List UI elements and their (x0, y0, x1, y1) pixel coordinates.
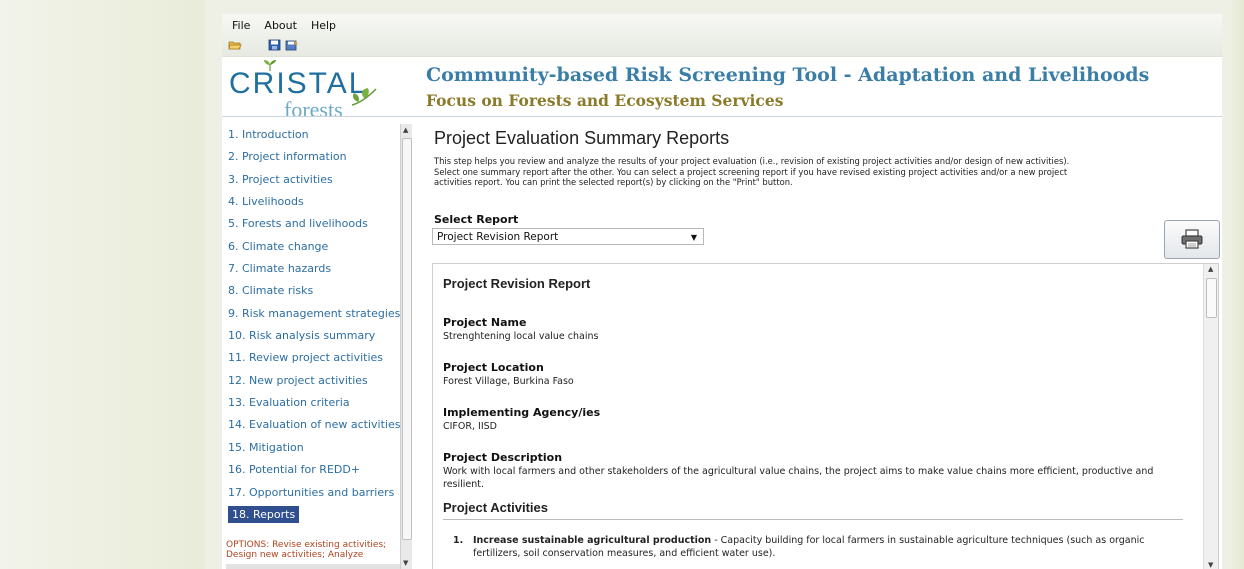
project-description-value: Work with local farmers and other stakeh… (443, 466, 1154, 490)
sidebar-item-label: 14. Evaluation of new activities (228, 418, 400, 432)
sidebar-item-evaluation-of-new-activities[interactable]: 14. Evaluation of new activities (226, 414, 400, 436)
sidebar-item-opportunities-and-barriers[interactable]: 17. Opportunities and barriers (226, 482, 400, 504)
activity-title: Increase sustainable agricultural produc… (473, 535, 712, 546)
report-select[interactable]: Project Revision Report ▼ (432, 228, 704, 245)
activity-number: 1. (453, 535, 464, 546)
project-location-label: Project Location (443, 361, 544, 374)
report-scroll-thumb[interactable] (1206, 278, 1217, 318)
sidebar-item-climate-risks[interactable]: 8. Climate risks (226, 280, 400, 302)
main-content: Project Evaluation Summary Reports This … (432, 124, 1222, 569)
sidebar-item-label: 15. Mitigation (228, 440, 304, 454)
sidebar-item-potential-for-redd[interactable]: 16. Potential for REDD+ (226, 459, 400, 481)
menu-help[interactable]: Help (304, 19, 343, 32)
sidebar-item-label: 13. Evaluation criteria (228, 396, 350, 410)
sidebar-item-livelihoods[interactable]: 4. Livelihoods (226, 191, 400, 213)
report-select-value: Project Revision Report (437, 231, 559, 243)
sidebar-item-label: 12. New project activities (228, 373, 368, 387)
sidebar-item-introduction[interactable]: 1. Introduction (226, 124, 400, 146)
sidebar-item-label: 7. Climate hazards (228, 262, 332, 276)
page-title: Project Evaluation Summary Reports (434, 128, 730, 148)
project-name-label: Project Name (443, 316, 527, 329)
implementing-agency-value: CIFOR, IISD (443, 421, 497, 432)
sidebar-item-review-project-activities[interactable]: 11. Review project activities (226, 347, 400, 369)
sidebar-nav: 1. Introduction 2. Project information 3… (226, 124, 400, 569)
sidebar-item-label: 1. Introduction (228, 128, 309, 141)
sidebar-item-climate-hazards[interactable]: 7. Climate hazards (226, 258, 400, 280)
sidebar-item-climate-change[interactable]: 6. Climate change (226, 236, 400, 258)
sidebar-item-label: 5. Forests and livelihoods (228, 217, 368, 231)
report-title: Project Revision Report (443, 276, 591, 291)
leaf-icon (351, 88, 377, 106)
sidebar-options-text: OPTIONS: Revise existing activities; Des… (226, 540, 387, 560)
project-activities-heading: Project Activities (443, 500, 1183, 520)
scroll-up-icon[interactable]: ▲ (403, 126, 408, 134)
select-report-label: Select Report (434, 213, 519, 226)
report-scrollbar[interactable]: ▲ ▼ (1203, 264, 1218, 569)
print-button[interactable] (1164, 220, 1220, 259)
activity-text: Increase sustainable agricultural produc… (473, 534, 1173, 560)
sidebar-item-risk-analysis-summary[interactable]: 10. Risk analysis summary (226, 325, 400, 347)
save-icon[interactable] (268, 39, 282, 51)
sidebar-horizontal-scrollbar[interactable] (226, 564, 400, 569)
sidebar-item-forests-and-livelihoods[interactable]: 5. Forests and livelihoods (226, 213, 400, 235)
sidebar-item-project-information[interactable]: 2. Project information (226, 146, 400, 168)
sidebar-item-label: 9. Risk management strategies (228, 306, 400, 320)
report-panel: Project Revision Report Project Name Str… (432, 263, 1219, 569)
sidebar-scrollbar[interactable]: ▲ ▼ (400, 124, 412, 569)
logo-text-forests: forests (284, 97, 343, 122)
scroll-down-icon[interactable]: ▼ (1208, 561, 1213, 569)
logo-text-cristal: CRISTAL (229, 67, 368, 100)
app-window: File About Help CRISTAL forests Communit… (222, 14, 1222, 569)
implementing-agency-label: Implementing Agency/ies (443, 406, 601, 419)
project-location-value: Forest Village, Burkina Faso (443, 376, 574, 387)
sidebar-item-label: 10. Risk analysis summary (228, 329, 376, 343)
app-title: Community-based Risk Screening Tool - Ad… (426, 64, 1150, 86)
header-divider (222, 116, 1222, 117)
save-as-icon[interactable] (285, 39, 299, 51)
sidebar-item-label: 11. Review project activities (228, 351, 383, 365)
sidebar-item-label: 4. Livelihoods (228, 195, 304, 209)
menu-about[interactable]: About (257, 19, 304, 32)
sidebar-item-label: 6. Climate change (228, 239, 329, 253)
sidebar-item-project-activities[interactable]: 3. Project activities (226, 169, 400, 191)
sidebar-item-mitigation[interactable]: 15. Mitigation (226, 437, 400, 459)
chevron-down-icon[interactable]: ▼ (691, 229, 697, 246)
sidebar-item-risk-management-strategies[interactable]: 9. Risk management strategies (226, 303, 400, 325)
sidebar-scroll-thumb[interactable] (402, 138, 412, 540)
sidebar-item-label: 18. Reports (228, 505, 300, 523)
toolbar (222, 36, 1222, 57)
sidebar-item-label: 16. Potential for REDD+ (228, 463, 361, 477)
menu-file[interactable]: File (222, 19, 257, 32)
app-subtitle: Focus on Forests and Ecosystem Services (426, 91, 784, 110)
scroll-up-icon[interactable]: ▲ (1208, 265, 1213, 273)
background-left (0, 0, 205, 569)
sidebar-item-reports[interactable]: 18. Reports (226, 504, 400, 526)
intro-text: This step helps you review and analyze t… (434, 156, 1070, 187)
project-name-value: Strenghtening local value chains (443, 331, 599, 342)
sidebar-item-label: 3. Project activities (228, 172, 333, 186)
sidebar-item-new-project-activities[interactable]: 12. New project activities (226, 370, 400, 392)
project-description-label: Project Description (443, 451, 563, 464)
background-right (1230, 0, 1244, 569)
scroll-down-icon[interactable]: ▼ (403, 559, 408, 567)
sidebar-item-label: 2. Project information (228, 150, 347, 164)
sidebar-item-label: 17. Opportunities and barriers (228, 485, 395, 499)
sidebar-item-evaluation-criteria[interactable]: 13. Evaluation criteria (226, 392, 400, 414)
printer-icon (1181, 229, 1203, 249)
menu-bar: File About Help (222, 14, 1222, 36)
folder-open-icon[interactable] (228, 39, 242, 51)
sidebar-item-label: 8. Climate risks (228, 284, 314, 298)
